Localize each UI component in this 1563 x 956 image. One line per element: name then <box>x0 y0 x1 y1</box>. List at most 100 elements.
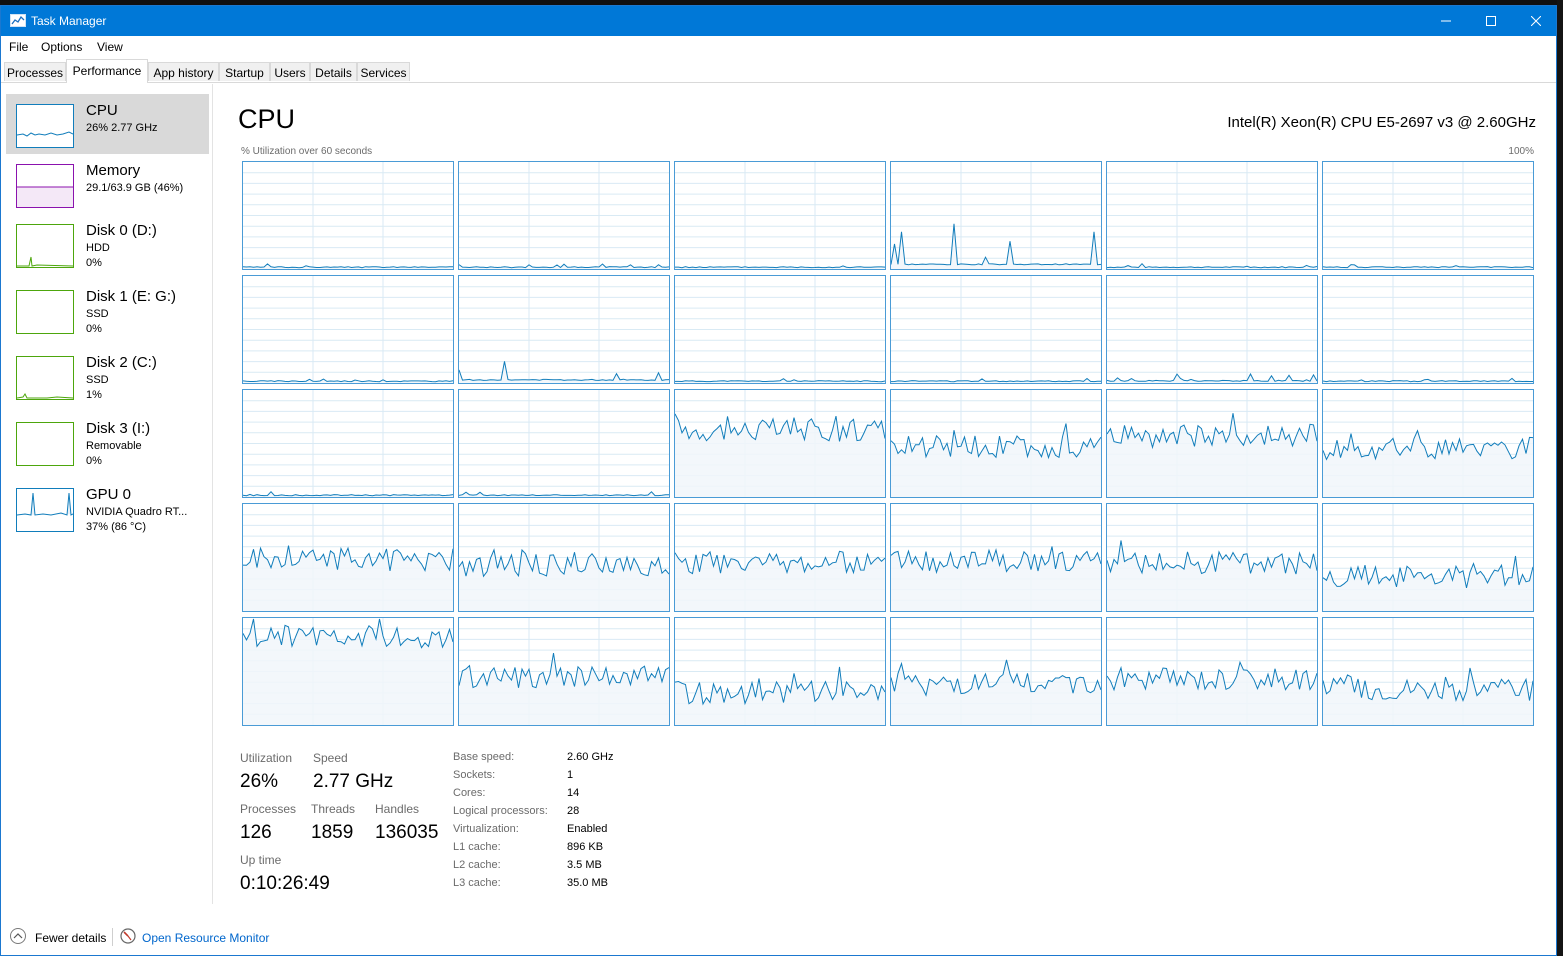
threads-value: 1859 <box>311 822 354 843</box>
utilization-area <box>675 551 885 611</box>
sidebar-item-disk3[interactable]: Disk 3 (I:) Removable 0% <box>6 412 209 472</box>
task-manager-window: Task Manager File Options View Processes… <box>0 5 1557 956</box>
menu-file[interactable]: File <box>9 40 28 54</box>
info-value-base-speed: 2.60 GHz <box>567 751 614 763</box>
info-value-l3-cache: 35.0 MB <box>567 877 608 889</box>
utilization-line <box>459 361 669 381</box>
tab-app-history[interactable]: App history <box>148 62 219 81</box>
logical-processor-graph <box>242 275 454 384</box>
sidebar-item-disk2[interactable]: Disk 2 (C:) SSD 1% <box>6 346 209 406</box>
title-bar[interactable]: Task Manager <box>1 6 1556 36</box>
resource-sidebar: CPU 26% 2.77 GHz Memory 29.1/63.9 GB (46… <box>1 84 213 904</box>
minimize-button[interactable] <box>1423 6 1469 36</box>
logical-processor-graph-svg <box>891 390 1101 497</box>
sidebar-disk2-usage: 1% <box>86 389 102 401</box>
logical-processor-graph <box>674 503 886 612</box>
utilization-area <box>459 491 669 497</box>
utilization-line <box>891 377 1101 383</box>
utilization-label: Utilization <box>240 751 293 765</box>
utilization-line <box>675 265 885 269</box>
tab-details[interactable]: Details <box>310 62 357 81</box>
utilization-area <box>243 491 453 497</box>
logical-processor-graph-svg <box>675 618 885 725</box>
chevron-up-icon[interactable] <box>10 928 26 944</box>
logical-processor-graph-svg <box>243 276 453 383</box>
utilization-area <box>891 659 1101 725</box>
task-manager-icon <box>10 14 26 27</box>
logical-processor-graph <box>674 389 886 498</box>
sidebar-item-memory[interactable]: Memory 29.1/63.9 GB (46%) <box>6 154 209 214</box>
tab-processes[interactable]: Processes <box>4 62 66 81</box>
utilization-line <box>1107 372 1317 382</box>
sidebar-disk3-name: Disk 3 (I:) <box>86 420 151 437</box>
logical-processor-graph-svg <box>459 390 669 497</box>
utilization-area <box>459 653 669 725</box>
disk2-thumb-graph <box>16 393 74 399</box>
uptime-label: Up time <box>240 853 282 867</box>
logical-processor-graph <box>458 617 670 726</box>
info-value-cores: 14 <box>567 787 580 799</box>
logical-processor-graph-svg <box>891 618 1101 725</box>
footer-bar: Fewer details Open Resource Monitor <box>1 918 1556 955</box>
cpu-panel: CPU Intel(R) Xeon(R) CPU E5-2697 v3 @ 2.… <box>216 84 1556 904</box>
logical-processor-graph-svg <box>1323 390 1533 497</box>
sidebar-item-disk1[interactable]: Disk 1 (E: G:) SSD 0% <box>6 280 209 340</box>
logical-processor-graph-svg <box>243 162 453 269</box>
close-button[interactable] <box>1513 6 1556 36</box>
tab-users[interactable]: Users <box>270 62 310 81</box>
info-label-cores: Cores: <box>453 787 486 799</box>
logical-processor-graph <box>890 161 1102 270</box>
disk2-thumbnail <box>16 356 74 400</box>
logical-processor-graph-svg <box>1107 162 1317 269</box>
page-title: CPU <box>238 104 296 134</box>
logical-processor-graph-svg <box>243 504 453 611</box>
logical-processor-graph <box>1106 275 1318 384</box>
sidebar-item-cpu[interactable]: CPU 26% 2.77 GHz <box>6 94 209 154</box>
utilization-line <box>243 378 453 383</box>
threads-label: Threads <box>311 802 356 816</box>
tab-strip: Processes Performance App history Startu… <box>1 59 1556 83</box>
info-value-sockets: 1 <box>567 769 574 781</box>
utilization-area <box>1323 430 1533 497</box>
graph-label: % Utilization over 60 seconds <box>241 146 373 157</box>
tab-services[interactable]: Services <box>357 62 410 81</box>
resource-monitor-icon[interactable] <box>120 928 136 944</box>
info-value-l1-cache: 896 KB <box>567 841 604 853</box>
tab-performance[interactable]: Performance <box>66 59 148 83</box>
logical-processor-graph <box>1322 617 1534 726</box>
gpu0-thumb-graph <box>16 492 74 516</box>
gpu0-thumbnail <box>16 488 74 532</box>
memory-thumb-graph <box>17 186 73 207</box>
utilization-line <box>1107 262 1317 269</box>
utilization-area <box>891 546 1101 611</box>
maximize-button[interactable] <box>1468 6 1514 36</box>
logical-processor-graph-svg <box>459 276 669 383</box>
utilization-line <box>459 491 669 497</box>
menu-options[interactable]: Options <box>41 40 82 54</box>
handles-label: Handles <box>375 802 420 816</box>
sidebar-disk0-name: Disk 0 (D:) <box>86 222 157 239</box>
info-label-virtualization: Virtualization: <box>453 823 519 835</box>
open-resource-monitor-link[interactable]: Open Resource Monitor <box>142 931 269 945</box>
tab-startup[interactable]: Startup <box>219 62 270 81</box>
logical-processor-graph-svg <box>1107 618 1317 725</box>
sidebar-item-disk0[interactable]: Disk 0 (D:) HDD 0% <box>6 214 209 274</box>
logical-processor-graph-svg <box>1107 504 1317 611</box>
logical-processor-graph <box>674 617 886 726</box>
logical-processor-graph <box>674 275 886 384</box>
sidebar-gpu0-usage: 37% (86 °C) <box>86 521 147 533</box>
logical-processor-graph-svg <box>1107 390 1317 497</box>
logical-processor-graph-svg <box>243 618 453 725</box>
menu-view[interactable]: View <box>97 40 123 54</box>
sidebar-disk1-type: SSD <box>86 308 109 320</box>
logical-processor-graph-svg <box>1323 618 1533 725</box>
logical-processor-graph-svg <box>459 618 669 725</box>
cpu-thumbnail <box>16 104 74 148</box>
sidebar-disk3-usage: 0% <box>86 455 102 467</box>
sidebar-gpu0-model: NVIDIA Quadro RT... <box>86 506 188 518</box>
logical-processor-graph <box>242 503 454 612</box>
disk0-thumb-graph <box>17 256 74 267</box>
sidebar-item-gpu0[interactable]: GPU 0 NVIDIA Quadro RT... 37% (86 °C) <box>6 478 209 538</box>
fewer-details-button[interactable]: Fewer details <box>35 931 106 945</box>
maximize-icon <box>1486 16 1496 26</box>
